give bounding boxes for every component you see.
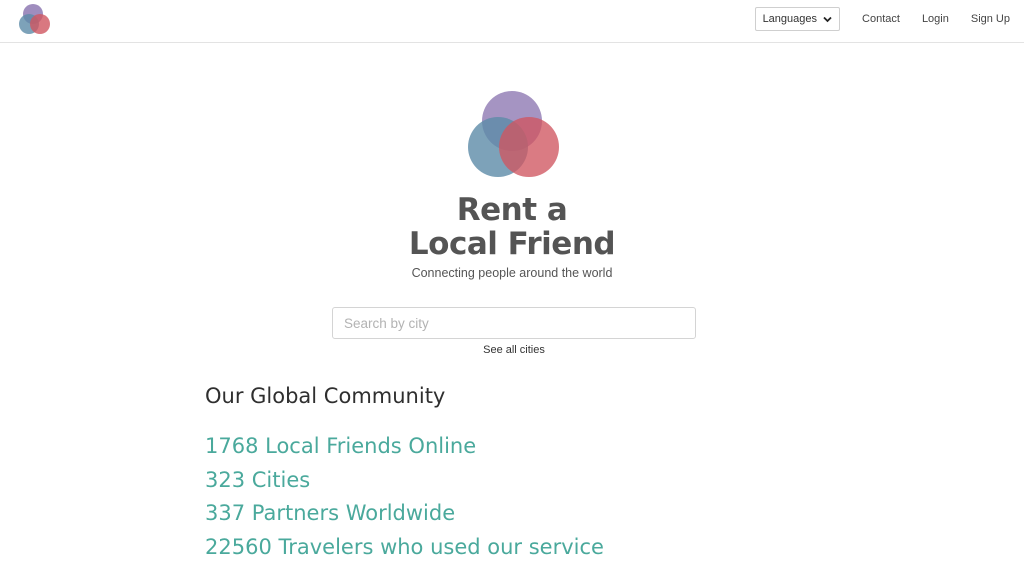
chevron-down-icon xyxy=(823,16,832,23)
stat-cities[interactable]: 323 Cities xyxy=(205,464,604,498)
main-nav: Languages Contact Login Sign Up xyxy=(755,8,1010,30)
signup-link[interactable]: Sign Up xyxy=(971,13,1010,25)
community-section-title: Our Global Community xyxy=(205,384,445,408)
top-navbar: Languages Contact Login Sign Up xyxy=(0,0,1024,43)
login-link[interactable]: Login xyxy=(922,13,949,25)
brand-logo-icon xyxy=(466,90,562,180)
brand-tagline: Connecting people around the world xyxy=(362,266,662,280)
contact-link[interactable]: Contact xyxy=(862,13,900,25)
languages-dropdown[interactable]: Languages xyxy=(755,7,840,31)
site-logo-icon[interactable] xyxy=(17,3,53,37)
languages-label: Languages xyxy=(763,13,817,25)
community-stats-list: 1768 Local Friends Online 323 Cities 337… xyxy=(205,430,604,564)
city-search-input[interactable] xyxy=(332,307,696,339)
stat-travelers[interactable]: 22560 Travelers who used our service xyxy=(205,531,604,564)
brand-title: Rent a Local Friend xyxy=(362,193,662,261)
brand-title-line-1: Rent a xyxy=(362,193,662,227)
see-all-cities-link[interactable]: See all cities xyxy=(362,344,666,356)
stat-partners-worldwide[interactable]: 337 Partners Worldwide xyxy=(205,497,604,531)
stat-local-friends-online[interactable]: 1768 Local Friends Online xyxy=(205,430,604,464)
brand-title-line-2: Local Friend xyxy=(362,227,662,261)
